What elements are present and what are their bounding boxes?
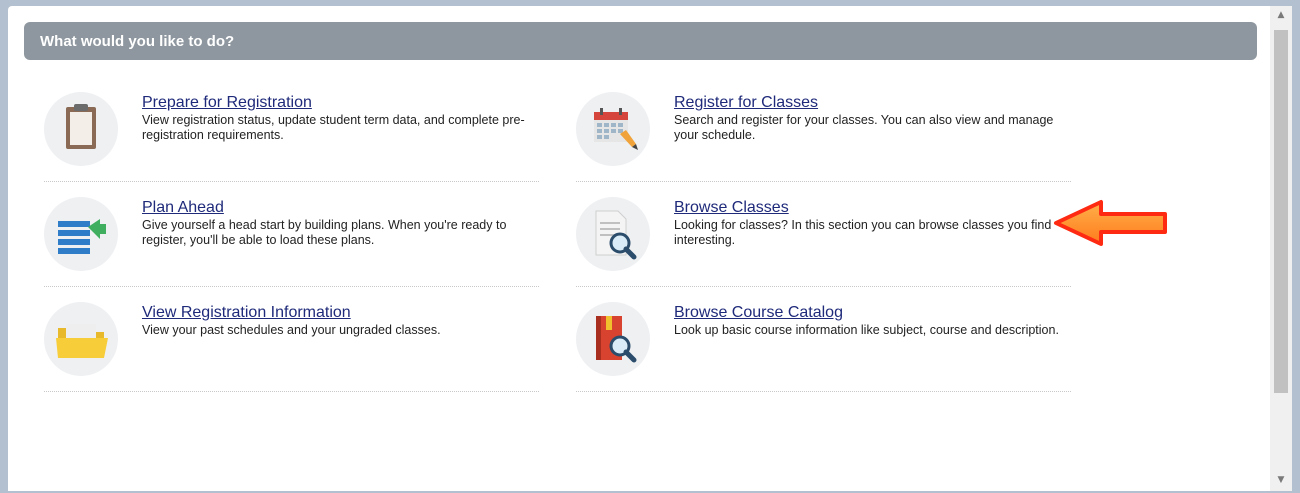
register-for-classes-description: Search and register for your classes. Yo… — [674, 113, 1054, 142]
panel-header: What would you like to do? — [24, 22, 1257, 60]
vertical-scrollbar[interactable]: ▲ ▼ — [1270, 6, 1292, 491]
scroll-up-icon[interactable]: ▲ — [1275, 10, 1287, 20]
main-panel: What would you like to do? Prepare for R… — [8, 6, 1270, 491]
browse-course-catalog-description: Look up basic course information like su… — [674, 323, 1059, 337]
document-magnifier-icon[interactable] — [576, 197, 650, 271]
clipboard-icon[interactable] — [44, 92, 118, 166]
tile-browse-classes: Browse Classes Looking for classes? In t… — [576, 197, 1071, 287]
tile-register-for-classes: Register for Classes Search and register… — [576, 92, 1071, 182]
tile-browse-course-catalog: Browse Course Catalog Look up basic cour… — [576, 302, 1071, 392]
book-magnifier-icon[interactable] — [576, 302, 650, 376]
plan-ahead-description: Give yourself a head start by building p… — [142, 218, 507, 247]
browse-course-catalog-link[interactable]: Browse Course Catalog — [674, 304, 843, 322]
panel-header-title: What would you like to do? — [40, 32, 235, 50]
prepare-for-registration-description: View registration status, update student… — [142, 113, 525, 142]
plan-ahead-link[interactable]: Plan Ahead — [142, 199, 224, 217]
scroll-down-icon[interactable]: ▼ — [1275, 475, 1287, 485]
tile-prepare-for-registration: Prepare for Registration View registrati… — [44, 92, 539, 182]
view-registration-information-description: View your past schedules and your ungrad… — [142, 323, 441, 337]
tile-view-registration-information: View Registration Information View your … — [44, 302, 539, 392]
folder-icon[interactable] — [44, 302, 118, 376]
calendar-pencil-icon[interactable] — [576, 92, 650, 166]
browse-classes-description: Looking for classes? In this section you… — [674, 218, 1052, 247]
scrollbar-thumb[interactable] — [1274, 30, 1288, 393]
browse-classes-link[interactable]: Browse Classes — [674, 199, 789, 217]
list-plan-icon[interactable] — [44, 197, 118, 271]
right-border — [1292, 0, 1300, 493]
register-for-classes-link[interactable]: Register for Classes — [674, 94, 818, 112]
tile-plan-ahead: Plan Ahead Give yourself a head start by… — [44, 197, 539, 287]
view-registration-information-link[interactable]: View Registration Information — [142, 304, 351, 322]
annotation-arrow-icon — [1054, 200, 1167, 246]
prepare-for-registration-link[interactable]: Prepare for Registration — [142, 94, 312, 112]
